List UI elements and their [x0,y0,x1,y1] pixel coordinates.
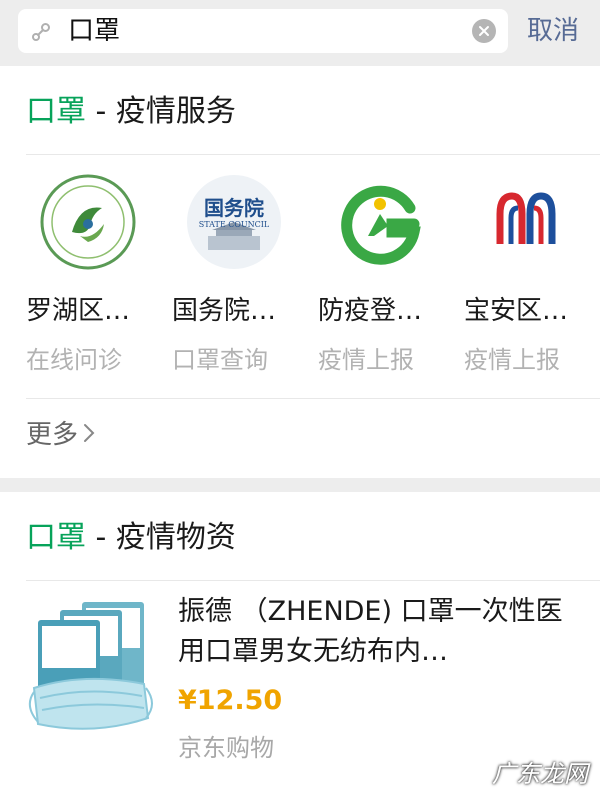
service-desc: 口罩查询 [172,346,268,374]
section-separator: - [86,520,116,555]
service-name: 国务院… [172,296,277,326]
search-icon [30,20,52,42]
section-title-text: 疫情服务 [115,94,236,129]
service-name: 罗湖区… [26,296,131,326]
search-input[interactable]: 口罩 [18,9,508,53]
chevron-right-icon [82,419,96,453]
product-store: 京东购物 [178,734,274,762]
section-keyword: 口罩 [26,520,86,555]
service-name: 防疫登… [318,296,423,326]
epidemic-supplies-card: 口罩 - 疫情物资 振德 （ZHENDE) 口罩一次性医用口罩男女无纺布内… ¥… [0,492,600,802]
state-council-logo-text: 国务院 [204,196,264,220]
product-title: 振德 （ZHENDE) 口罩一次性医用口罩男女无纺布内… [178,596,563,667]
more-link[interactable]: 更多 [26,418,96,453]
section-title-supplies[interactable]: 口罩 - 疫情物资 [26,518,236,558]
search-query: 口罩 [68,16,121,46]
mask-product-image [24,596,160,746]
baoan-district-logo [478,174,574,270]
epidemic-registration-logo [332,174,428,270]
service-desc: 疫情上报 [318,346,414,374]
section-title-services[interactable]: 口罩 - 疫情服务 [26,92,236,132]
section-separator: - [86,94,116,129]
service-name: 宝安区… [464,296,569,326]
divider [26,580,600,581]
service-desc: 疫情上报 [464,346,560,374]
watermark: 广东龙网 [492,760,588,788]
luohu-health-logo [40,174,136,270]
section-keyword: 口罩 [26,94,86,129]
product-price: ¥12.50 [178,685,283,716]
section-title-text: 疫情物资 [115,520,236,555]
divider [26,154,600,155]
search-bar: 口罩 取消 [0,0,600,64]
more-label: 更多 [26,420,79,450]
state-council-logo-subtext: STATE COUNCIL [198,220,270,229]
cancel-button[interactable]: 取消 [527,14,579,48]
state-council-logo: 国务院 STATE COUNCIL [186,174,282,270]
clear-icon[interactable] [472,19,496,43]
service-desc: 在线问诊 [26,346,122,374]
divider [26,398,600,399]
epidemic-services-card: 口罩 - 疫情服务 罗湖区… 在线问诊 国务院 STATE COUNCIL 国务… [0,66,600,478]
